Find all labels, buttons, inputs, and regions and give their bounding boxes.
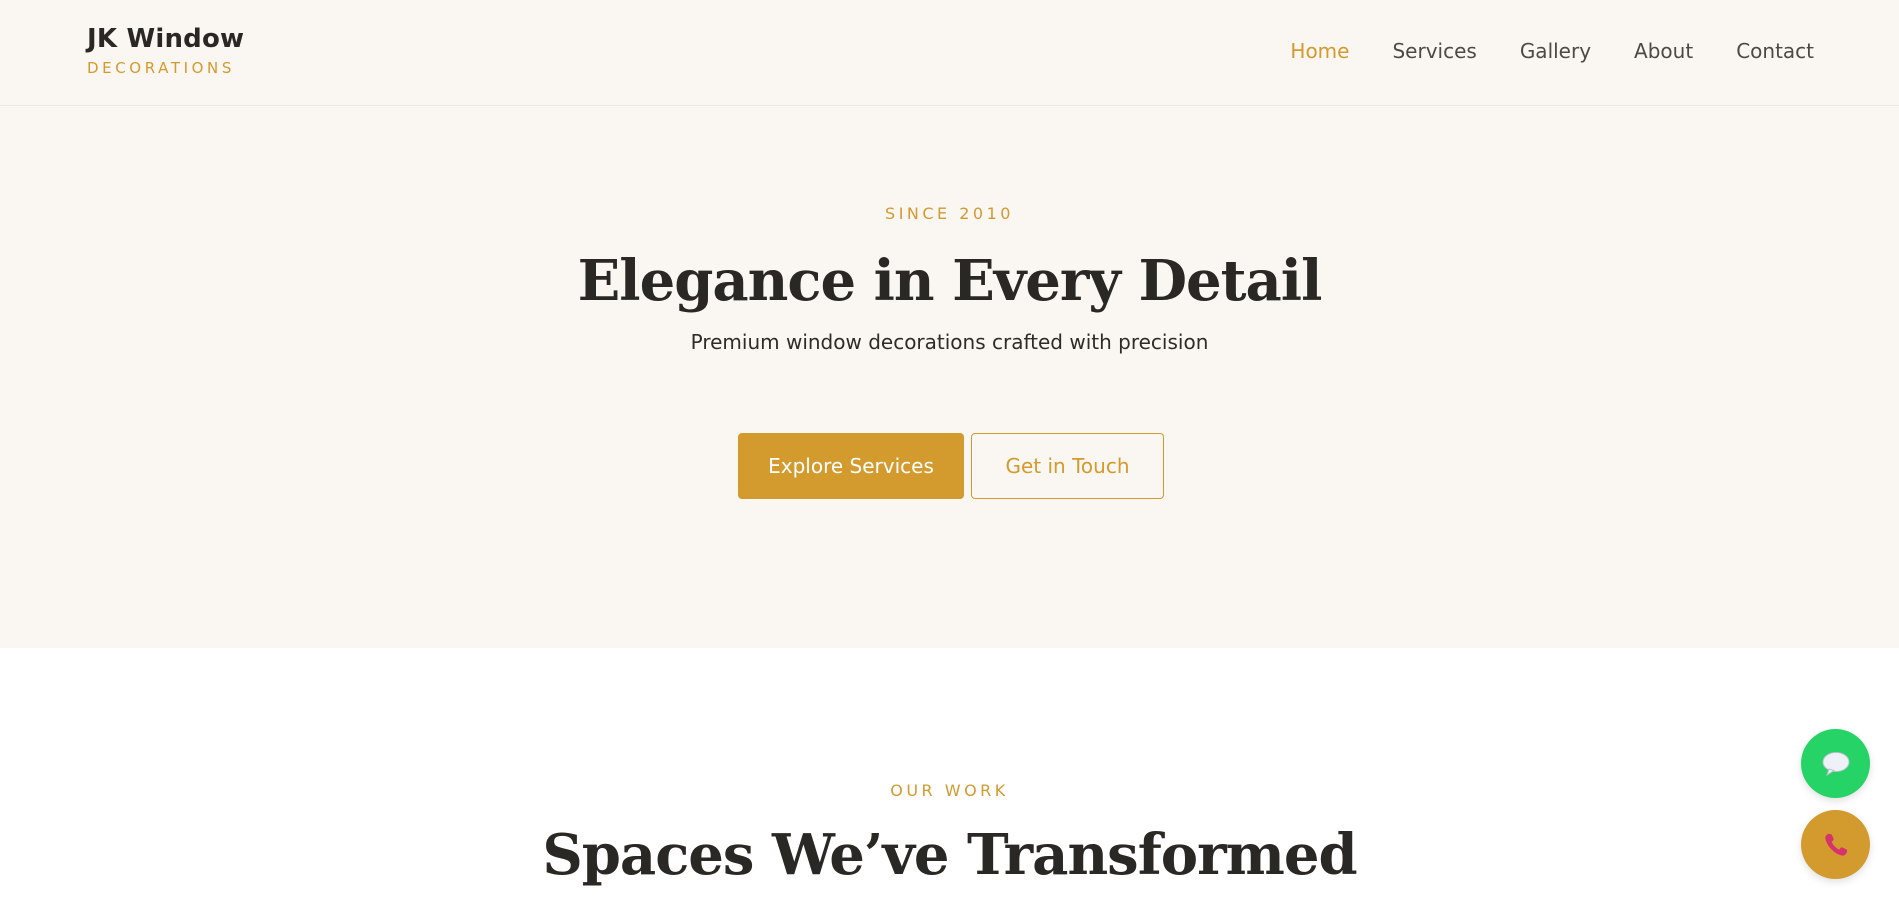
hero-subtitle: Premium window decorations crafted with … — [690, 330, 1209, 354]
hero-buttons: Explore Services Get in Touch — [738, 433, 1164, 499]
nav-about[interactable]: About — [1634, 36, 1693, 66]
get-in-touch-button[interactable]: Get in Touch — [971, 433, 1164, 499]
nav-gallery[interactable]: Gallery — [1520, 36, 1591, 66]
hero-section: SINCE 2010 Elegance in Every Detail Prem… — [0, 106, 1899, 648]
work-eyebrow: OUR WORK — [890, 781, 1009, 800]
work-title: Spaces We’ve Transformed — [542, 822, 1357, 888]
hero-eyebrow: SINCE 2010 — [885, 204, 1014, 223]
phone-button[interactable] — [1801, 810, 1870, 879]
chat-button[interactable] — [1801, 729, 1870, 798]
brand-name: JK Window — [87, 24, 245, 54]
speech-bubble-icon — [1822, 751, 1849, 776]
main-nav: Home Services Gallery About Contact — [1290, 36, 1814, 66]
nav-home[interactable]: Home — [1290, 36, 1349, 66]
explore-services-button[interactable]: Explore Services — [738, 433, 964, 499]
nav-contact[interactable]: Contact — [1736, 36, 1814, 66]
work-section: OUR WORK Spaces We’ve Transformed — [0, 648, 1899, 908]
brand-logo[interactable]: JK Window DECORATIONS — [87, 22, 244, 78]
nav-services[interactable]: Services — [1392, 36, 1476, 66]
hero-title: Elegance in Every Detail — [577, 248, 1323, 314]
phone-icon — [1824, 833, 1847, 856]
brand-tagline: DECORATIONS — [87, 59, 235, 77]
site-header: JK Window DECORATIONS Home Services Gall… — [0, 0, 1899, 106]
